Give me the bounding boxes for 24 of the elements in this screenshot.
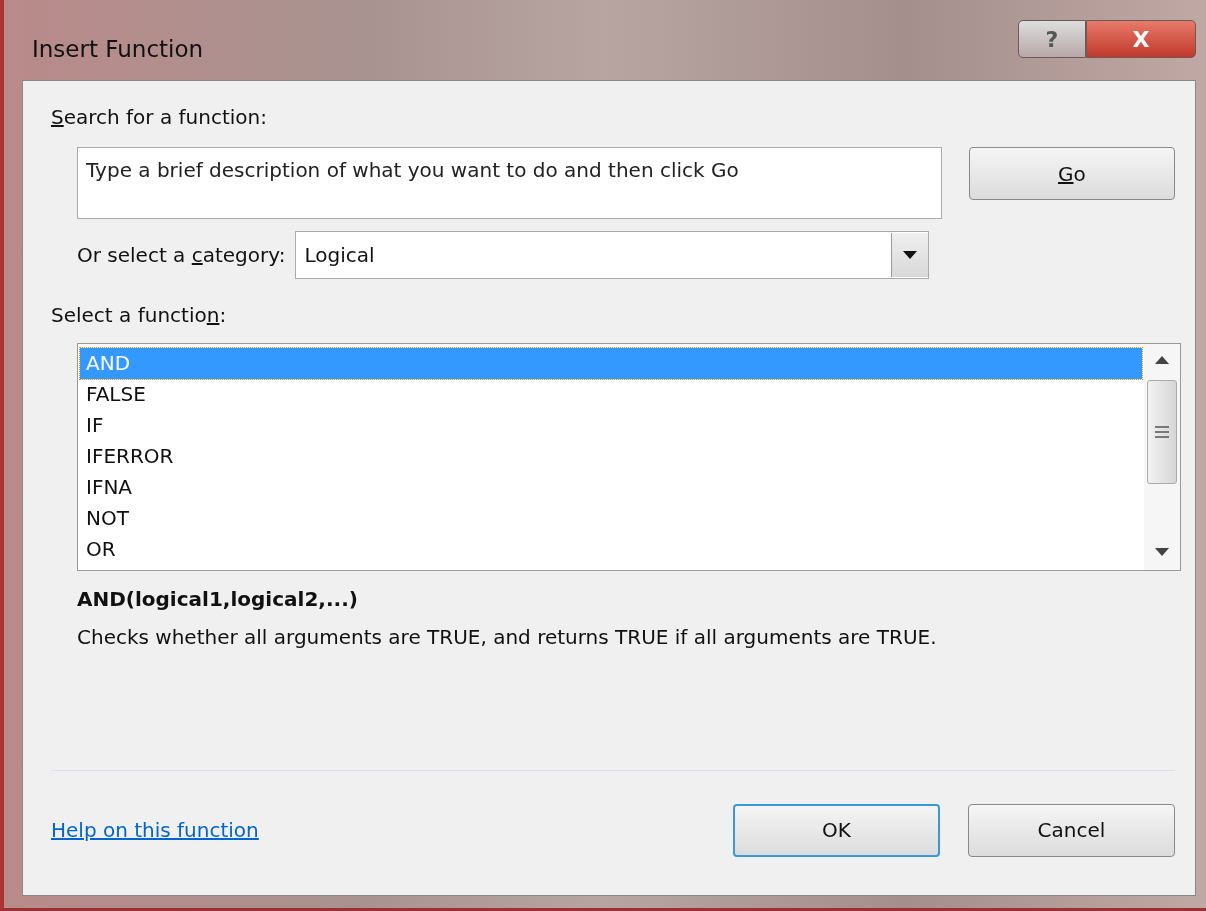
window-title: Insert Function [32, 36, 204, 62]
function-list-item[interactable]: FALSE [80, 379, 1142, 410]
go-button[interactable]: Go [968, 147, 1175, 200]
search-field[interactable]: Type a brief description of what you want to do and then click Go [77, 147, 942, 219]
function-list-item[interactable]: OR [80, 534, 1142, 565]
function-list-item[interactable]: NOT [80, 503, 1142, 534]
function-list-item[interactable]: IFERROR [80, 441, 1142, 472]
category-dropdown[interactable]: Logical [295, 231, 930, 279]
scroll-down-icon[interactable] [1155, 548, 1169, 556]
scroll-up-icon[interactable] [1155, 356, 1169, 364]
help-link[interactable]: Help on this function [51, 818, 259, 842]
category-label: Or select a category: [77, 243, 286, 267]
function-list-item[interactable]: IFNA [80, 472, 1142, 503]
function-description: Checks whether all arguments are TRUE, and returns TRUE if all arguments are TRUE. [77, 625, 938, 649]
search-label: Search for a function: [51, 105, 268, 129]
close-button[interactable]: X [1086, 20, 1196, 58]
dialog-button[interactable]: Cancel [968, 803, 1175, 857]
function-list-label: Select a function: [51, 303, 228, 327]
scroll-thumb[interactable] [1147, 380, 1177, 484]
help-button[interactable]: ? [1018, 20, 1086, 58]
scrollbar[interactable] [1144, 344, 1180, 570]
dialog-button[interactable]: OK [733, 803, 940, 857]
function-list-item[interactable]: IF [80, 410, 1142, 441]
function-signature: AND(logical1,logical2,...) [77, 587, 359, 611]
